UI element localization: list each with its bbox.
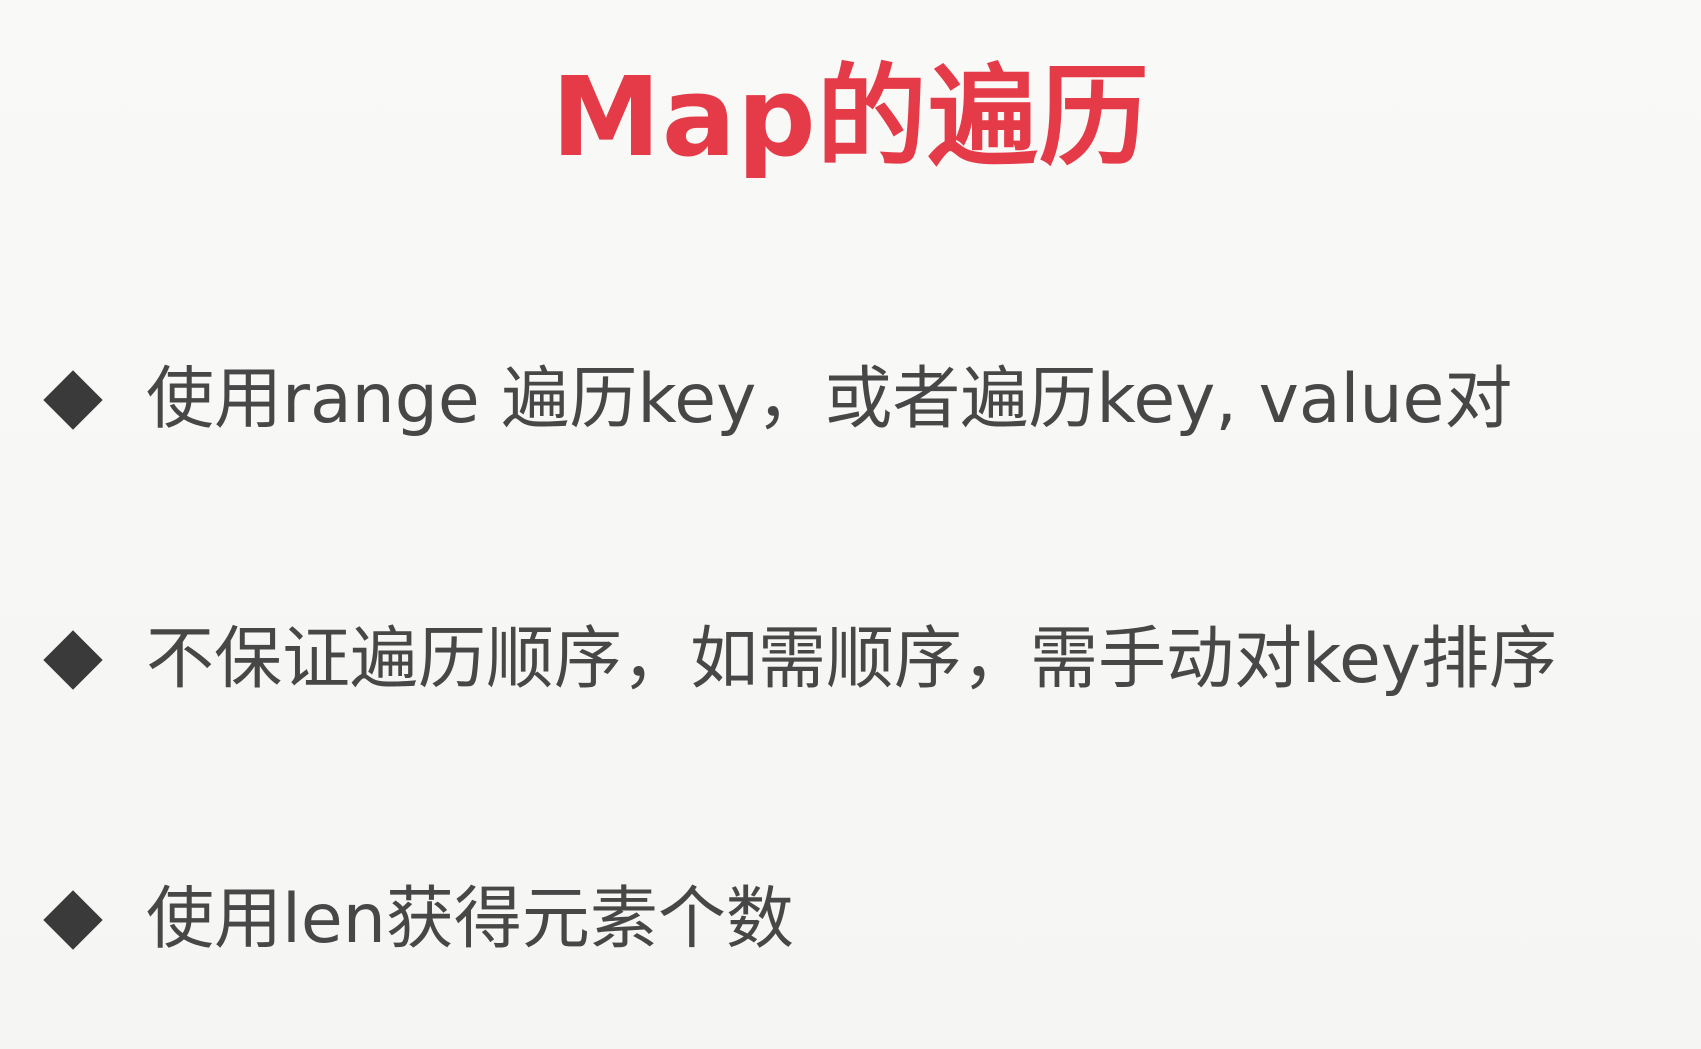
diamond-icon bbox=[43, 370, 103, 430]
bullet-item: 不保证遍历顺序，如需顺序，需手动对key排序 bbox=[42, 610, 1557, 710]
bullet-text: 不保证遍历顺序，如需顺序，需手动对key排序 bbox=[146, 620, 1558, 699]
slide: Map的遍历 使用range 遍历key，或者遍历key, value对 不保证… bbox=[0, 0, 1701, 1049]
bullet-item: 使用len获得元素个数 bbox=[42, 870, 794, 970]
bullet-text: 使用range 遍历key，或者遍历key, value对 bbox=[146, 360, 1513, 439]
diamond-icon bbox=[43, 890, 103, 950]
diamond-icon bbox=[43, 630, 103, 690]
slide-title: Map的遍历 bbox=[551, 53, 1150, 181]
bullet-item: 使用range 遍历key，或者遍历key, value对 bbox=[42, 350, 1512, 450]
bullet-text: 使用len获得元素个数 bbox=[146, 880, 794, 959]
